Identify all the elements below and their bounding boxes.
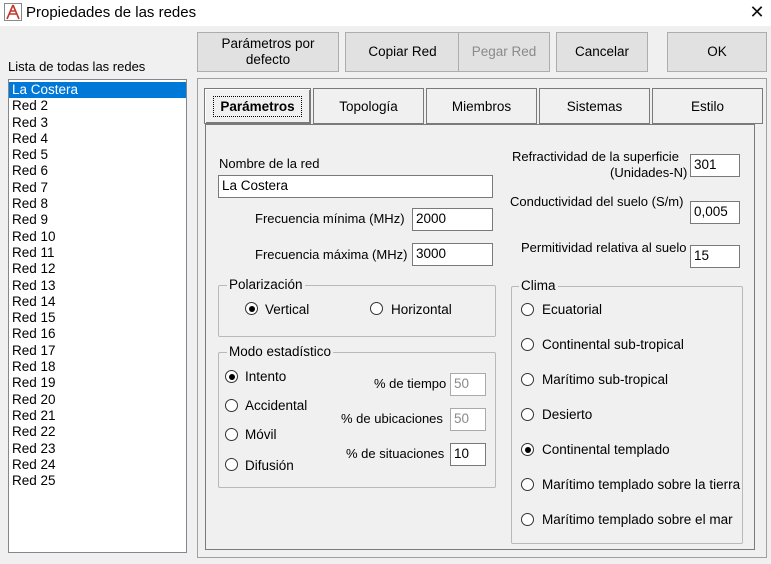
list-item[interactable]: Red 15 bbox=[9, 310, 186, 326]
climate-radio[interactable] bbox=[521, 373, 535, 387]
difusion-label[interactable]: Difusión bbox=[245, 458, 294, 473]
climate-title: Clima bbox=[519, 278, 558, 293]
time-percent-label: % de tiempo bbox=[374, 376, 447, 391]
list-item[interactable]: Red 20 bbox=[9, 392, 186, 408]
max-frequency-label: Frecuencia máxima (MHz) bbox=[255, 247, 408, 262]
climate-option-label[interactable]: Continental sub-tropical bbox=[542, 337, 684, 352]
polarization-group bbox=[218, 285, 496, 337]
vertical-radio[interactable] bbox=[245, 302, 259, 316]
list-item[interactable]: Red 14 bbox=[9, 294, 186, 310]
list-item[interactable]: La Costera bbox=[9, 82, 186, 99]
climate-radio[interactable] bbox=[521, 478, 535, 492]
locations-percent-input[interactable]: 50 bbox=[450, 408, 486, 431]
list-item[interactable]: Red 9 bbox=[9, 212, 186, 228]
movil-radio[interactable] bbox=[225, 428, 239, 442]
list-item[interactable]: Red 4 bbox=[9, 131, 186, 147]
permittivity-input[interactable]: 15 bbox=[690, 245, 740, 268]
situations-percent-label: % de situaciones bbox=[346, 446, 445, 461]
tab-sistemas[interactable]: Sistemas bbox=[539, 88, 650, 124]
network-name-label: Nombre de la red bbox=[219, 156, 320, 171]
tab-parametros[interactable]: Parámetros bbox=[204, 88, 311, 124]
refractivity-units-label: (Unidades-N) bbox=[610, 165, 688, 180]
accidental-radio[interactable] bbox=[225, 399, 239, 413]
stat-mode-title: Modo estadístico bbox=[227, 344, 334, 359]
time-percent-input[interactable]: 50 bbox=[450, 373, 486, 396]
climate-option-label[interactable]: Ecuatorial bbox=[542, 302, 602, 317]
locations-percent-label: % de ubicaciones bbox=[341, 411, 443, 426]
conductivity-label: Conductividad del suelo (S/m) bbox=[510, 194, 684, 209]
antenna-app-icon bbox=[4, 3, 22, 21]
list-item[interactable]: Red 19 bbox=[9, 375, 186, 391]
tab-estilo[interactable]: Estilo bbox=[652, 88, 763, 124]
paste-network-button[interactable]: Pegar Red bbox=[458, 32, 550, 72]
min-frequency-input[interactable]: 2000 bbox=[412, 208, 493, 231]
tab-miembros[interactable]: Miembros bbox=[426, 88, 537, 124]
climate-radio[interactable] bbox=[521, 303, 535, 317]
network-list[interactable]: La Costera Red 2 Red 3 Red 4 Red 5 Red 6 Red 7… bbox=[8, 79, 187, 553]
climate-radio[interactable] bbox=[521, 408, 535, 422]
list-item[interactable]: Red 6 bbox=[9, 163, 186, 179]
max-frequency-input[interactable]: 3000 bbox=[412, 243, 493, 266]
list-item[interactable]: Red 2 bbox=[9, 98, 186, 114]
climate-radio[interactable] bbox=[521, 338, 535, 352]
horizontal-label[interactable]: Horizontal bbox=[391, 302, 452, 317]
cancel-button[interactable]: Cancelar bbox=[556, 32, 648, 72]
list-item[interactable]: Red 13 bbox=[9, 278, 186, 294]
climate-option-label[interactable]: Marítimo sub-tropical bbox=[542, 372, 668, 387]
movil-label[interactable]: Móvil bbox=[245, 427, 277, 442]
list-item[interactable]: Red 17 bbox=[9, 343, 186, 359]
list-item[interactable]: Red 21 bbox=[9, 408, 186, 424]
ok-button[interactable]: OK bbox=[667, 32, 767, 72]
refractivity-label: Refractividad de la superficie bbox=[512, 149, 679, 164]
close-icon[interactable]: ✕ bbox=[745, 1, 769, 23]
intento-radio[interactable] bbox=[225, 370, 239, 384]
accidental-label[interactable]: Accidental bbox=[245, 398, 307, 413]
min-frequency-label: Frecuencia mínima (MHz) bbox=[255, 211, 405, 226]
vertical-label[interactable]: Vertical bbox=[265, 302, 309, 317]
list-item[interactable]: Red 5 bbox=[9, 147, 186, 163]
list-item[interactable]: Red 22 bbox=[9, 424, 186, 440]
climate-radio[interactable] bbox=[521, 513, 535, 527]
list-item[interactable]: Red 8 bbox=[9, 196, 186, 212]
list-item[interactable]: Red 12 bbox=[9, 261, 186, 277]
list-item[interactable]: Red 3 bbox=[9, 115, 186, 131]
list-item[interactable]: Red 25 bbox=[9, 473, 186, 489]
defaults-button[interactable]: Parámetros por defecto bbox=[197, 32, 339, 72]
situations-percent-input[interactable]: 10 bbox=[450, 443, 486, 466]
list-item[interactable]: Red 23 bbox=[9, 441, 186, 457]
climate-option-label[interactable]: Continental templado bbox=[542, 442, 670, 457]
climate-option-label[interactable]: Marítimo templado sobre la tierra bbox=[542, 477, 740, 492]
list-item[interactable]: Red 18 bbox=[9, 359, 186, 375]
intento-label[interactable]: Intento bbox=[245, 369, 286, 384]
difusion-radio[interactable] bbox=[225, 458, 239, 472]
climate-option-label[interactable]: Desierto bbox=[542, 407, 592, 422]
list-item[interactable]: Red 10 bbox=[9, 229, 186, 245]
network-list-label: Lista de todas las redes bbox=[8, 59, 146, 74]
list-item[interactable]: Red 24 bbox=[9, 457, 186, 473]
list-item[interactable]: Red 16 bbox=[9, 326, 186, 342]
permittivity-label: Permitividad relativa al suelo bbox=[521, 240, 687, 255]
network-name-input[interactable]: La Costera bbox=[218, 175, 493, 198]
polarization-title: Polarización bbox=[227, 277, 305, 292]
tab-topologia[interactable]: Topología bbox=[313, 88, 424, 124]
climate-option-label[interactable]: Marítimo templado sobre el mar bbox=[542, 512, 733, 527]
list-item[interactable]: Red 11 bbox=[9, 245, 186, 261]
list-item[interactable]: Red 7 bbox=[9, 180, 186, 196]
climate-radio[interactable] bbox=[521, 443, 535, 457]
refractivity-input[interactable]: 301 bbox=[690, 154, 740, 177]
horizontal-radio[interactable] bbox=[370, 302, 384, 316]
copy-network-button[interactable]: Copiar Red bbox=[345, 32, 460, 72]
conductivity-input[interactable]: 0,005 bbox=[690, 201, 740, 224]
window-title: Propiedades de las redes bbox=[26, 4, 197, 21]
